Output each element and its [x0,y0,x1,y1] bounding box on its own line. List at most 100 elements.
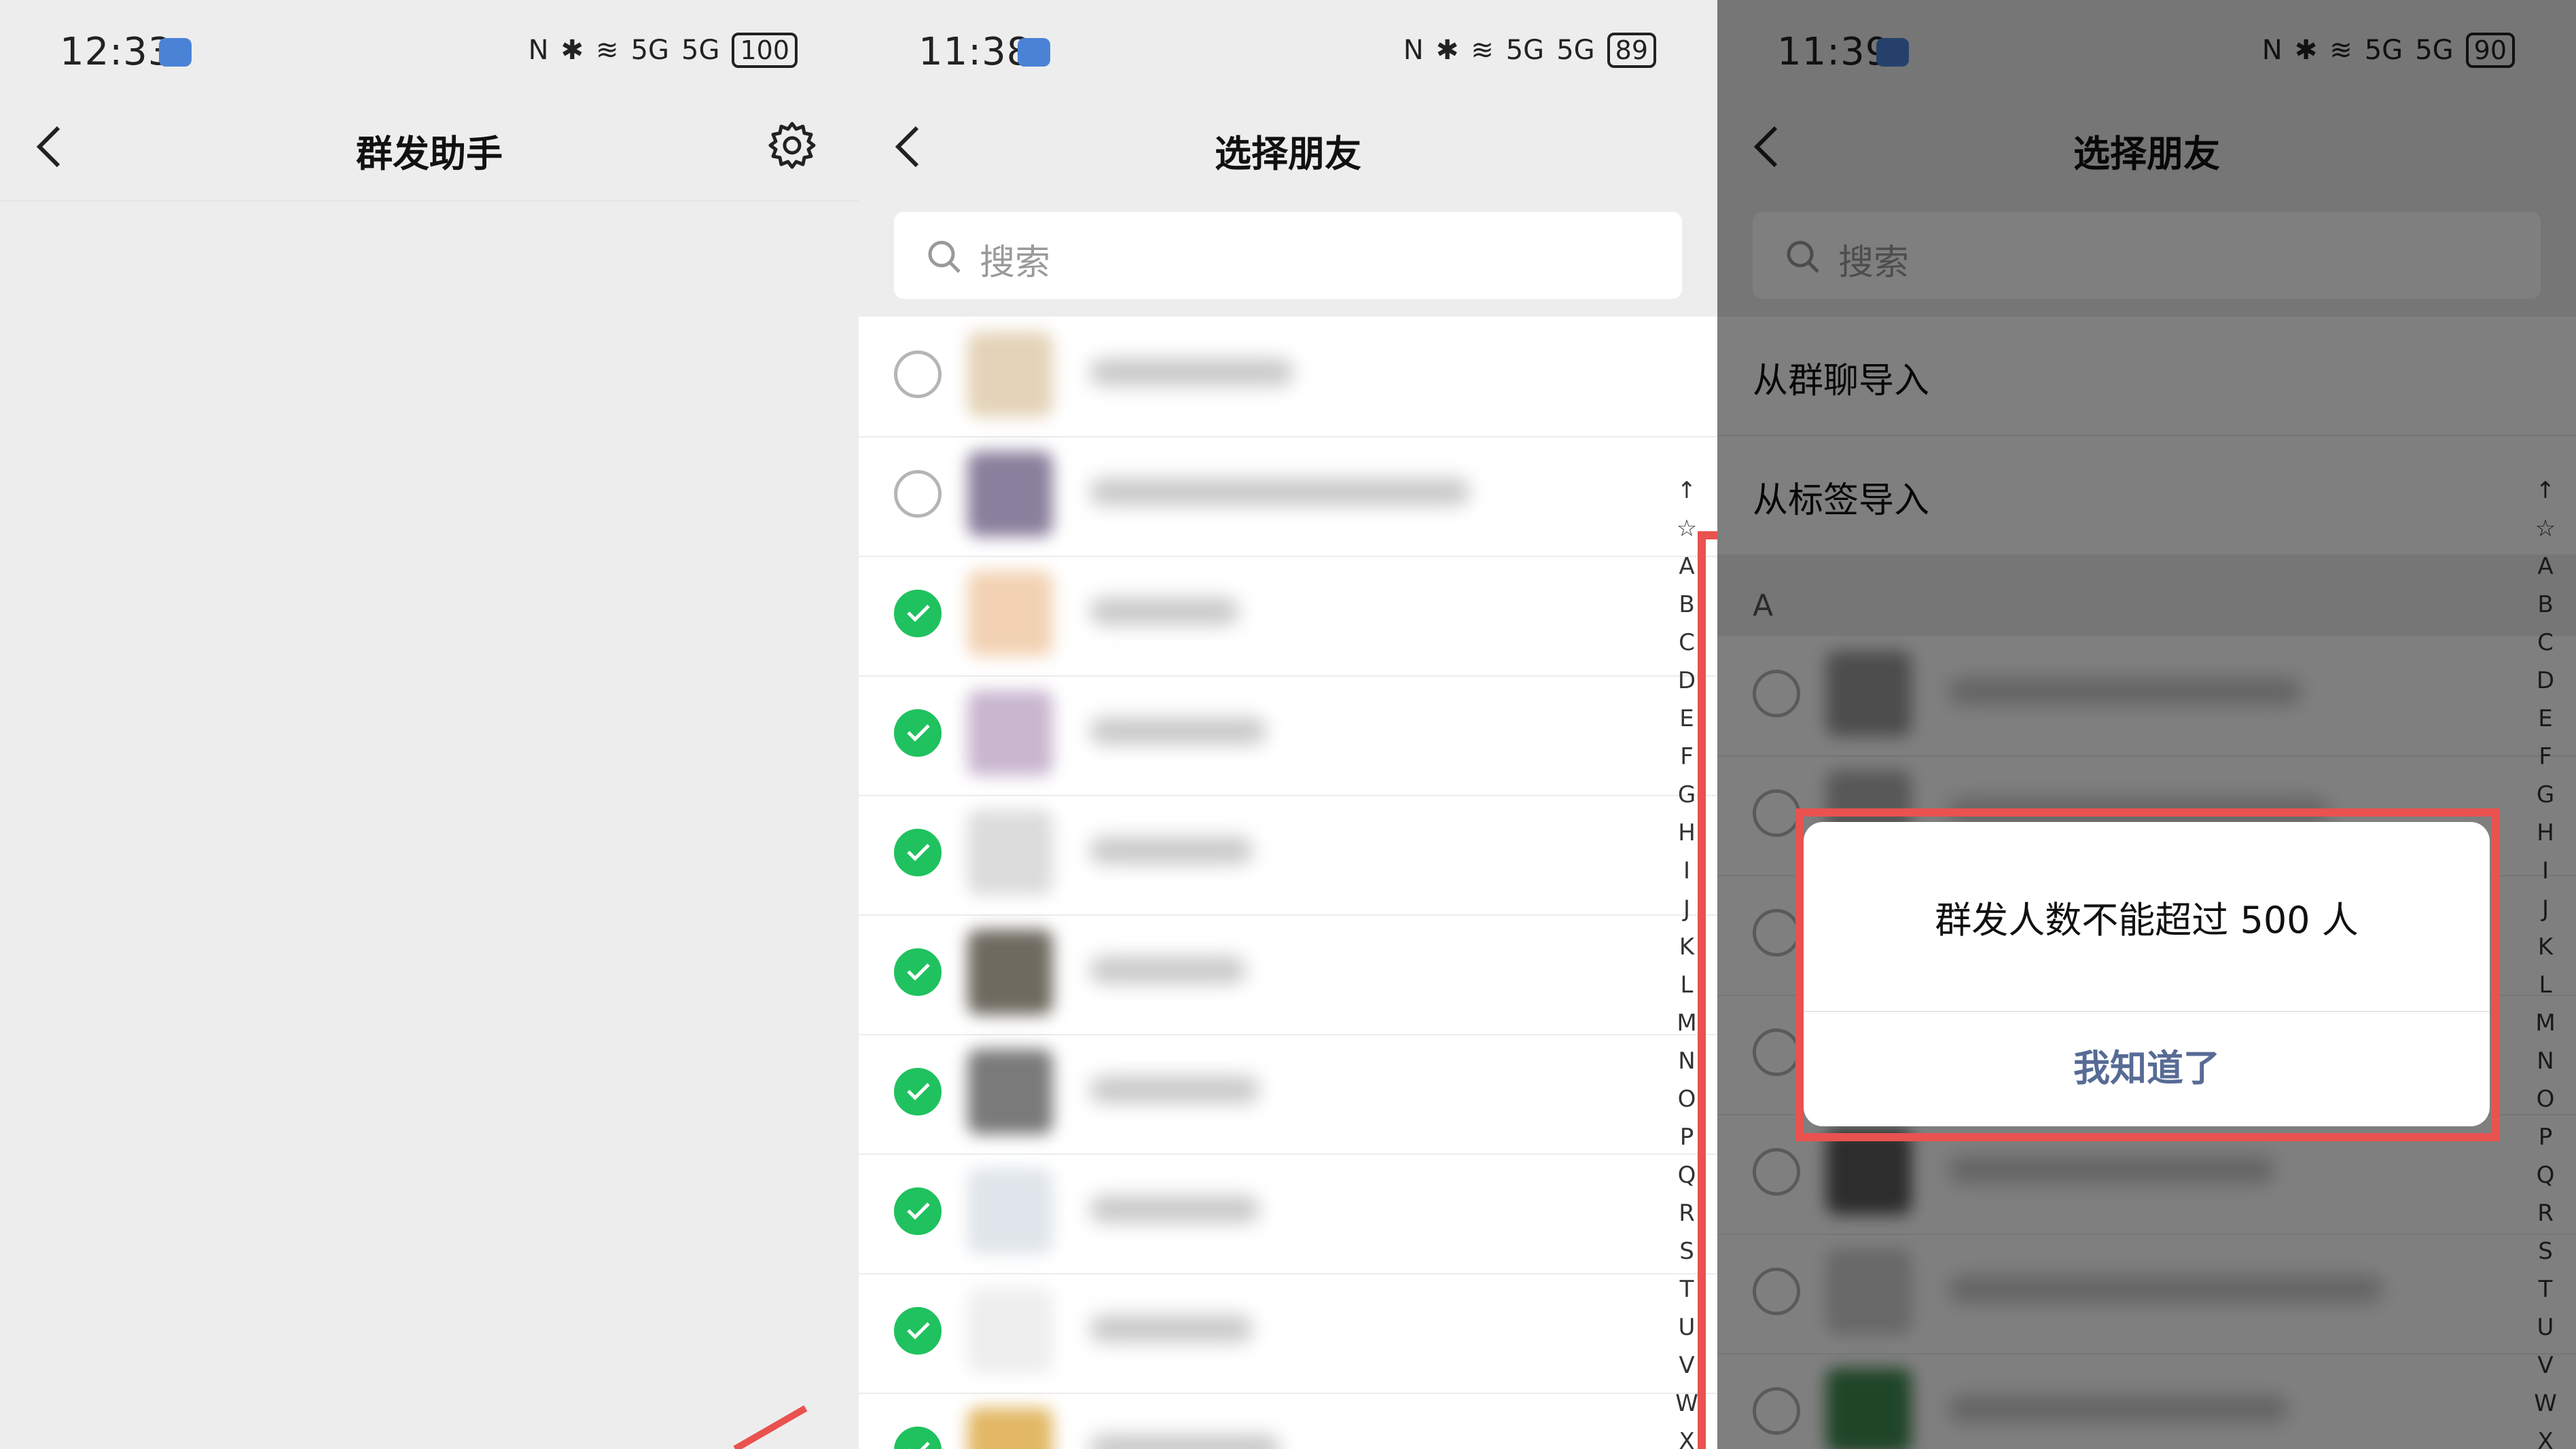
index-letter[interactable]: ☆ [1677,509,1697,548]
avatar [967,1049,1053,1134]
bluetooth-icon: ✱ [1435,35,1459,66]
select-radio-checked[interactable] [894,948,942,996]
list-item[interactable] [859,1153,1717,1274]
status-bar: 11:38 N ✱ ≋ 5G 5G 89 [859,0,1717,102]
avatar [967,1288,1053,1374]
divider [0,200,859,202]
select-radio-checked[interactable] [894,829,942,876]
index-letter[interactable]: A [1679,548,1694,586]
contact-name-blurred [1090,717,1266,745]
avatar [967,571,1053,656]
list-item[interactable] [859,436,1717,557]
index-letter[interactable]: K [1679,928,1694,966]
index-letter[interactable]: T [1680,1270,1694,1308]
index-letter[interactable]: O [1678,1080,1696,1118]
list-item[interactable] [859,317,1717,437]
list-item[interactable] [859,914,1717,1035]
check-icon [907,844,930,861]
avatar [967,810,1053,895]
index-letter[interactable]: B [1679,586,1694,624]
list-item[interactable] [859,1034,1717,1155]
panel-select-friends: 11:38 N ✱ ≋ 5G 5G 89 选择朋友 搜索 ↑ ☆ A B C D E F G H I… [859,0,1717,1449]
index-letter[interactable]: C [1679,624,1695,662]
contact-name-blurred [1090,478,1470,505]
panel-select-friends-dialog: 11:39 N ✱ ≋ 5G 5G 90 选择朋友 搜索 从群聊导入 从标签导入… [1717,0,2576,1449]
index-letter[interactable]: M [1677,1004,1696,1042]
signal-icon-2: 5G [1556,35,1595,66]
index-letter[interactable]: L [1681,966,1694,1004]
index-letter[interactable]: V [1679,1346,1694,1384]
contact-name-blurred [1090,1435,1280,1449]
index-letter[interactable]: E [1679,700,1694,738]
contact-name-blurred [1090,956,1246,984]
avatar [967,451,1053,537]
index-letter[interactable]: S [1679,1232,1694,1270]
select-radio-checked[interactable] [894,1187,942,1235]
avatar [967,690,1053,776]
check-icon [907,605,930,622]
search-input[interactable]: 搜索 [894,212,1682,299]
highlight-box [1795,808,2499,1141]
search-icon [928,240,961,273]
select-radio-checked[interactable] [894,590,942,637]
bluetooth-icon: ✱ [560,35,584,66]
index-letter[interactable]: G [1678,776,1696,814]
nfc-icon: N [1403,35,1424,66]
contact-name-blurred [1090,1315,1253,1342]
nav-bar: 群发助手 [0,102,859,190]
select-radio[interactable] [894,470,942,518]
index-letter[interactable]: W [1675,1384,1698,1423]
check-icon [907,1083,930,1101]
select-radio-checked[interactable] [894,709,942,757]
list-item[interactable] [859,675,1717,796]
contact-name-blurred [1090,837,1253,864]
status-icons: N ✱ ≋ 5G 5G 89 [1403,33,1656,68]
battery-icon: 89 [1607,33,1656,68]
select-radio-checked[interactable] [894,1068,942,1115]
page-title: 群发助手 [356,132,503,175]
index-letter[interactable]: Q [1678,1156,1696,1194]
status-time: 12:33 [60,30,173,74]
index-letter[interactable]: U [1679,1308,1696,1346]
contact-name-blurred [1090,1076,1259,1103]
wifi-icon: ≋ [1471,35,1494,66]
search-placeholder: 搜索 [980,243,1051,283]
index-letter[interactable]: N [1678,1042,1695,1080]
battery-icon: 100 [732,33,798,68]
index-letter[interactable]: I [1683,852,1690,890]
panel-group-send-assistant: 12:33 N ✱ ≋ 5G 5G 100 群发助手 [0,0,859,1449]
list-item[interactable] [859,1273,1717,1394]
index-letter[interactable]: P [1680,1118,1694,1156]
modal-overlay [1717,0,2576,1449]
contact-name-blurred [1090,598,1239,625]
list-item[interactable] [859,556,1717,677]
settings-button[interactable] [766,120,818,171]
check-icon [907,963,930,981]
status-bar: 12:33 N ✱ ≋ 5G 5G 100 [0,0,859,102]
index-letter[interactable]: X [1679,1423,1694,1449]
check-icon [907,1202,930,1220]
list-item[interactable] [859,795,1717,916]
select-radio-checked[interactable] [894,1427,942,1449]
list-item[interactable] [859,1393,1717,1449]
index-letter[interactable]: F [1680,738,1694,776]
index-letter[interactable]: R [1679,1194,1695,1232]
friend-list [859,317,1717,1449]
annotation-arrow [733,1405,808,1449]
select-radio-checked[interactable] [894,1307,942,1355]
index-letter[interactable]: D [1678,662,1696,700]
index-letter[interactable]: ↑ [1677,471,1697,509]
index-letter[interactable]: J [1683,890,1690,928]
wifi-icon: ≋ [596,35,619,66]
signal-icon: 5G [1505,35,1545,66]
check-icon [909,1442,930,1449]
check-icon [907,724,930,742]
contact-name-blurred [1090,359,1293,386]
avatar [967,332,1053,417]
select-radio[interactable] [894,351,942,398]
signal-icon: 5G [630,35,670,66]
avatar [967,1408,1053,1449]
avatar [967,929,1053,1015]
index-letter[interactable]: H [1678,814,1696,852]
nav-bar: 选择朋友 [859,102,1717,190]
